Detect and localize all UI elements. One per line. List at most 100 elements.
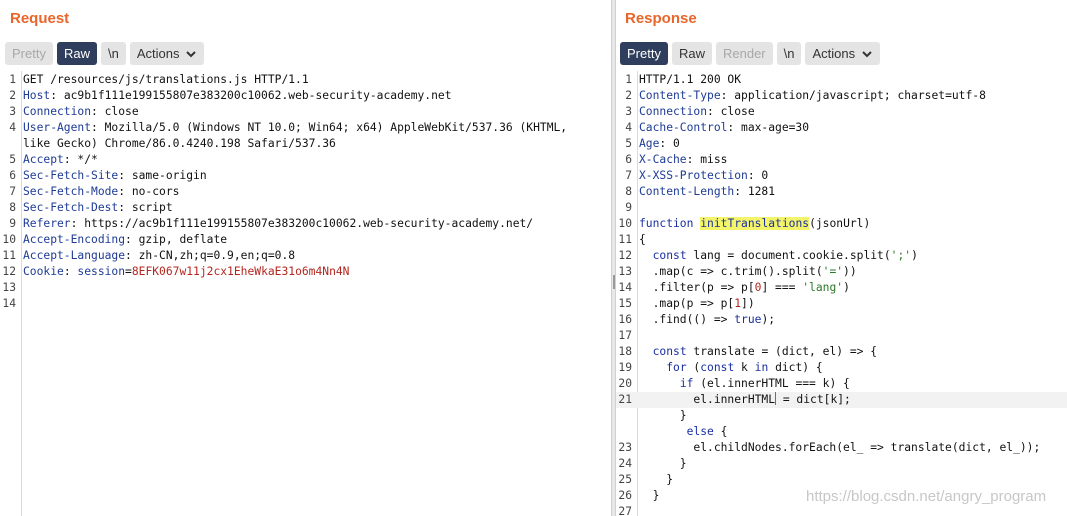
request-editor[interactable]: 1 GET /resources/js/translations.js HTTP/… (0, 71, 611, 516)
code-token: for (666, 361, 687, 374)
code-token: .map(c => c.trim().split( (639, 265, 823, 278)
response-code-line: } (616, 408, 1067, 424)
code-token: true (734, 313, 762, 326)
response-editor[interactable]: 1 HTTP/1.1 200 OK 2 Content-Type: applicati… (616, 71, 1067, 516)
code-token: (el.innerHTML === k) { (693, 377, 850, 390)
code-token: '=' (822, 265, 844, 278)
line-number: 27 (618, 505, 632, 516)
request-tab-pretty[interactable]: Pretty (5, 42, 53, 65)
request-code-line: 3 Connection: close (0, 104, 611, 120)
code-token: const (652, 249, 687, 262)
code-token: : close (91, 105, 139, 118)
line-number: 13 (2, 281, 16, 294)
chevron-down-icon (862, 50, 872, 57)
search-highlight: initTranslations (700, 217, 810, 230)
code-token: Connection (639, 105, 708, 118)
response-code-line: 9 (616, 200, 1067, 216)
response-code-line: 16 .find(() => true); (616, 312, 1067, 328)
code-token: : max-age=30 (727, 121, 810, 134)
response-code-line: 8 Content-Length: 1281 (616, 184, 1067, 200)
code-text: Sec-Fetch-Dest: script (23, 200, 173, 216)
request-code-line: 8 Sec-Fetch-Dest: script (0, 200, 611, 216)
response-code-line: 2 Content-Type: application/javascript; c… (616, 88, 1067, 104)
code-text: function initTranslations(jsonUrl) (639, 216, 870, 232)
code-token: k (734, 361, 755, 374)
line-number: 20 (618, 377, 632, 390)
code-text: Referer: https://ac9b1f111e199155807e383… (23, 216, 533, 232)
response-pane: Response Pretty Raw Render \n Actions 1H… (616, 0, 1067, 516)
line-number: 12 (2, 265, 16, 278)
response-title: Response (625, 10, 697, 27)
code-text: .map(p => p[1]) (639, 296, 755, 312)
code-token: HTTP/1.1 200 OK (639, 73, 742, 86)
response-tab-raw[interactable]: Raw (671, 42, 712, 65)
watermark: https://blog.csdn.net/angry_program (806, 488, 1047, 505)
code-text: X-XSS-Protection: 0 (639, 168, 768, 184)
response-code-line: 3 Connection: close (616, 104, 1067, 120)
response-actions-button[interactable]: Actions (805, 42, 881, 65)
line-number: 19 (618, 361, 632, 374)
line-number: 3 (9, 105, 16, 118)
code-text: User-Agent: Mozilla/5.0 (Windows NT 10.0… (23, 120, 567, 136)
response-code-line: 7 X-XSS-Protection: 0 (616, 168, 1067, 184)
code-token: ';' (890, 249, 912, 262)
request-tab-raw[interactable]: Raw (56, 42, 97, 65)
code-token: else (686, 425, 714, 438)
request-code-line: 1 GET /resources/js/translations.js HTTP/… (0, 72, 611, 88)
code-token: : gzip, deflate (125, 233, 228, 246)
response-newline-toggle[interactable]: \n (776, 42, 802, 65)
line-number: 7 (625, 169, 632, 182)
code-token: : 0 (659, 137, 680, 150)
code-token: User-Agent (23, 121, 92, 134)
response-code-line: 12 const lang = document.cookie.split(';… (616, 248, 1067, 264)
request-actions-button[interactable]: Actions (129, 42, 205, 65)
code-token: : */* (63, 153, 98, 166)
code-token: Accept (23, 153, 64, 166)
response-code-line: 27 (616, 504, 1067, 516)
code-token: const (700, 361, 735, 374)
code-token: Accept-Language (23, 249, 126, 262)
code-text: like Gecko) Chrome/86.0.4240.198 Safari/… (23, 136, 336, 152)
code-token: Sec-Fetch-Dest (23, 201, 119, 214)
splitter-grip[interactable] (613, 275, 615, 289)
response-tab-render[interactable]: Render (715, 42, 773, 65)
code-token: X-Cache (639, 153, 687, 166)
code-token: Cookie (23, 265, 64, 278)
response-code-line: 5 Age: 0 (616, 136, 1067, 152)
line-number: 10 (618, 217, 632, 230)
chevron-down-icon (186, 50, 197, 57)
code-token: X-XSS-Protection (639, 169, 748, 182)
response-code-line: 18 const translate = (dict, el) => { (616, 344, 1067, 360)
request-code-line: 7 Sec-Fetch-Mode: no-cors (0, 184, 611, 200)
request-code-line: 13 (0, 280, 611, 296)
request-code-line: 14 (0, 296, 611, 312)
response-code-line: 17 (616, 328, 1067, 344)
code-token: dict) { (768, 361, 823, 374)
response-tab-pretty[interactable]: Pretty (620, 42, 668, 65)
code-text: Cache-Control: max-age=30 (639, 120, 809, 136)
response-code-line: 15 .map(p => p[1]) (616, 296, 1067, 312)
code-text: el.childNodes.forEach(el_ => translate(d… (639, 440, 1040, 456)
code-text: Connection: close (639, 104, 755, 120)
code-token: : same-origin (118, 169, 207, 182)
code-token: } (639, 457, 687, 470)
code-token: : zh-CN,zh;q=0.9,en;q=0.8 (125, 249, 296, 262)
line-number: 14 (2, 297, 16, 310)
code-text: else { (639, 424, 728, 440)
code-token: = dict[k]; (776, 393, 851, 406)
code-token: Referer (23, 217, 71, 230)
code-token: Accept-Encoding (23, 233, 126, 246)
response-code-line: 19 for (const k in dict) { (616, 360, 1067, 376)
code-token: ( (686, 361, 701, 374)
code-token: ] === (761, 281, 803, 294)
line-number: 1 (625, 73, 632, 86)
code-token: Sec-Fetch-Site (23, 169, 119, 182)
code-token: : Mozilla/5.0 (Windows NT 10.0; Win64; x… (91, 121, 568, 134)
code-text: X-Cache: miss (639, 152, 727, 168)
code-token: : ac9b1f111e199155807e383200c10062.web-s… (50, 89, 452, 102)
code-token: lang = document.cookie.split( (686, 249, 891, 262)
request-newline-toggle[interactable]: \n (100, 42, 126, 65)
line-number: 5 (9, 153, 16, 166)
